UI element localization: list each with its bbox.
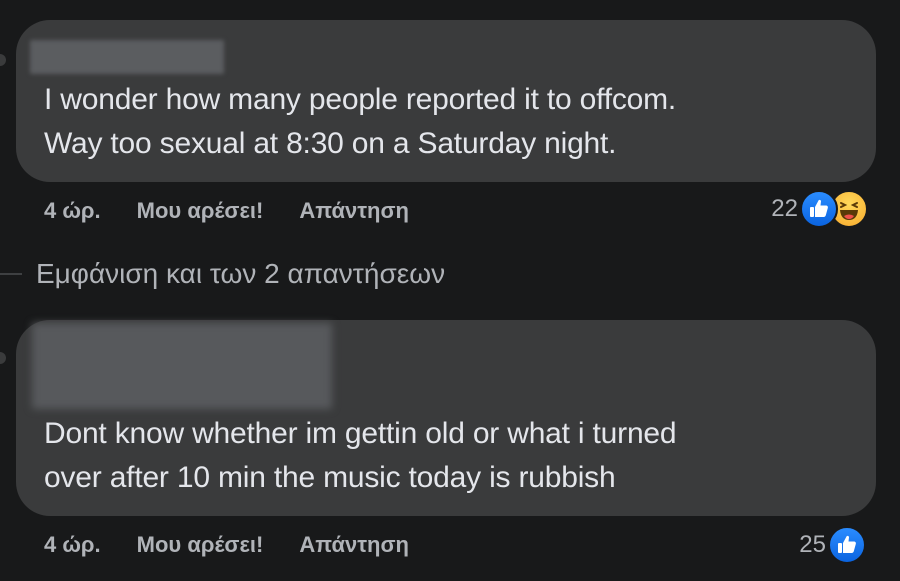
author-name-redacted[interactable]	[32, 323, 332, 409]
view-replies-label: Εμφάνιση και των 2 απαντήσεων	[36, 258, 446, 289]
reply-button[interactable]: Απάντηση	[299, 198, 409, 224]
like-icon	[800, 190, 838, 228]
thread-line	[0, 273, 22, 275]
comment-text: Dont know whether im gettin old or what …	[44, 417, 677, 494]
comment-actions: 4 ώρ. Μου αρέσει! Απάντηση	[44, 198, 445, 224]
comment-actions: 4 ώρ. Μου αρέσει! Απάντηση	[44, 532, 445, 558]
like-button[interactable]: Μου αρέσει!	[137, 532, 264, 558]
comment-bubble: I wonder how many people reported it to …	[16, 20, 876, 182]
reaction-count: 25	[799, 531, 826, 558]
comment-timestamp[interactable]: 4 ώρ.	[44, 198, 101, 224]
like-icon	[828, 526, 866, 564]
reply-button[interactable]: Απάντηση	[299, 532, 409, 558]
reactions-summary[interactable]: 25	[799, 526, 866, 564]
avatar[interactable]	[0, 54, 6, 66]
reaction-count: 22	[771, 195, 798, 222]
avatar[interactable]	[0, 352, 6, 364]
view-replies-link[interactable]: Εμφάνιση και των 2 απαντήσεων	[0, 258, 445, 290]
reactions-summary[interactable]: 22	[771, 190, 868, 228]
comment-text: I wonder how many people reported it to …	[44, 83, 677, 160]
like-button[interactable]: Μου αρέσει!	[137, 198, 264, 224]
comment-bubble: Dont know whether im gettin old or what …	[16, 320, 876, 516]
comments-section: I wonder how many people reported it to …	[0, 0, 900, 581]
author-name-redacted[interactable]	[30, 40, 224, 74]
comment-timestamp[interactable]: 4 ώρ.	[44, 532, 101, 558]
